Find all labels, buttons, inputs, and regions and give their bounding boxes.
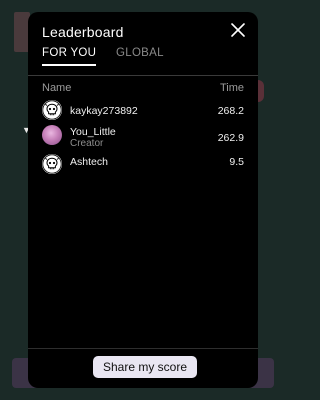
skull-avatar-icon [42, 100, 62, 120]
modal-title: Leaderboard [42, 24, 124, 40]
leaderboard-row[interactable]: You_Little Creator 262.9 [42, 125, 244, 151]
player-time: 268.2 [217, 105, 244, 117]
tab-divider [28, 75, 258, 76]
leaderboard-modal: Leaderboard FOR YOU GLOBAL Name Time kay… [28, 12, 258, 388]
profile-photo-avatar [42, 125, 62, 145]
player-name: kaykay273892 [70, 105, 138, 117]
skull-avatar-icon [42, 154, 62, 174]
column-header-time: Time [219, 82, 244, 94]
close-icon [231, 23, 245, 37]
tab-global[interactable]: GLOBAL [116, 47, 164, 64]
player-time: 262.9 [217, 132, 244, 144]
footer-divider [28, 348, 258, 349]
column-header-name: Name [42, 82, 72, 94]
player-name: You_Little [70, 126, 116, 138]
player-role: Creator [70, 138, 104, 149]
tab-bar: FOR YOU GLOBAL [28, 46, 258, 76]
close-button[interactable] [227, 19, 249, 41]
tab-for-you[interactable]: FOR YOU [42, 47, 97, 66]
leaderboard-row[interactable]: Ashtech 9.5 [42, 154, 244, 176]
share-score-button[interactable]: Share my score [93, 356, 197, 378]
player-name: Ashtech [70, 156, 108, 168]
leaderboard-row[interactable]: kaykay273892 268.2 [42, 100, 244, 122]
player-time: 9.5 [229, 156, 244, 168]
